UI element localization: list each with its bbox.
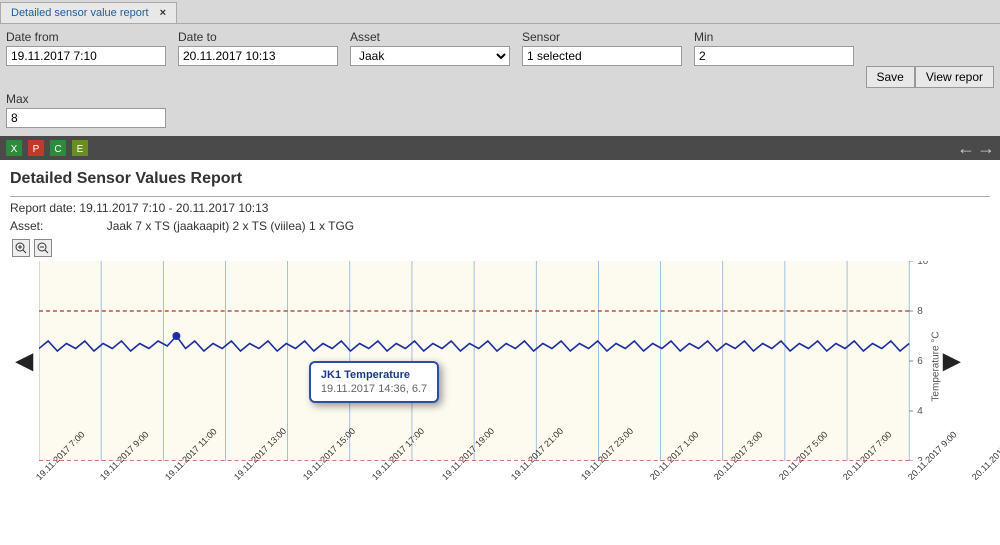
svg-text:10: 10 (917, 261, 929, 267)
chart-wrap: ◀ 246810 Temperature °C JK1 Temperature … (10, 261, 990, 461)
asset-label: Asset (350, 30, 510, 44)
report-date-label: Report date: (10, 201, 76, 215)
export-excel-icon[interactable]: X (6, 140, 22, 156)
zoom-controls (12, 239, 990, 257)
filter-sensor: Sensor (522, 30, 682, 66)
chart-prev-icon[interactable]: ◀ (10, 348, 39, 374)
report-asset-label: Asset: (10, 219, 43, 233)
sensor-input[interactable] (522, 46, 682, 66)
tab-bar: Detailed sensor value report × (0, 0, 1000, 23)
filter-actions: Save View repor (866, 66, 995, 88)
y-axis-label: Temperature °C (931, 331, 942, 401)
max-label: Max (6, 92, 166, 106)
nav-prev-icon[interactable]: ← (958, 140, 974, 156)
view-report-button[interactable]: View repor (915, 66, 994, 88)
report-date-line: Report date: 19.11.2017 7:10 - 20.11.201… (10, 201, 990, 215)
page-title: Detailed Sensor Values Report (10, 170, 990, 188)
zoom-out-button[interactable] (34, 239, 52, 257)
tooltip-title: JK1 Temperature (321, 369, 427, 381)
min-input[interactable] (694, 46, 854, 66)
save-button[interactable]: Save (866, 66, 915, 88)
export-toolbar: X P C E ← → (0, 136, 1000, 160)
tab-report[interactable]: Detailed sensor value report × (0, 2, 177, 23)
filter-min: Min (694, 30, 854, 66)
tab-label: Detailed sensor value report (11, 7, 149, 19)
asset-select[interactable]: Jaak (350, 46, 510, 66)
zoom-in-button[interactable] (12, 239, 30, 257)
sensor-label: Sensor (522, 30, 682, 44)
svg-text:E: E (77, 144, 84, 155)
export-csv-icon[interactable]: C (50, 140, 66, 156)
filter-bar: Date from Date to Asset Jaak Sensor Min … (0, 23, 1000, 136)
svg-text:X: X (11, 144, 18, 155)
filter-asset: Asset Jaak (350, 30, 510, 66)
x-axis: 19.11.2017 7:0019.11.2017 9:0019.11.2017… (28, 465, 944, 475)
export-other-icon[interactable]: E (72, 140, 88, 156)
report-area: Detailed Sensor Values Report Report dat… (0, 160, 1000, 545)
export-pdf-icon[interactable]: P (28, 140, 44, 156)
date-from-input[interactable] (6, 46, 166, 66)
report-asset-value: Jaak 7 x TS (jaakaapit) 2 x TS (viilea) … (107, 219, 354, 233)
close-icon[interactable]: × (160, 7, 166, 19)
report-date-value: 19.11.2017 7:10 - 20.11.2017 10:13 (79, 201, 268, 215)
date-to-input[interactable] (178, 46, 338, 66)
date-from-label: Date from (6, 30, 166, 44)
svg-text:8: 8 (917, 306, 923, 317)
nav-next-icon[interactable]: → (978, 140, 994, 156)
max-input[interactable] (6, 108, 166, 128)
svg-text:4: 4 (917, 406, 923, 417)
min-label: Min (694, 30, 854, 44)
filter-max: Max (6, 92, 166, 128)
chart-tooltip: JK1 Temperature 19.11.2017 14:36, 6.7 (309, 361, 439, 403)
filter-date-to: Date to (178, 30, 338, 66)
svg-text:6: 6 (917, 356, 923, 367)
svg-text:P: P (33, 144, 40, 155)
date-to-label: Date to (178, 30, 338, 44)
filter-date-from: Date from (6, 30, 166, 66)
tooltip-sub: 19.11.2017 14:36, 6.7 (321, 383, 427, 395)
svg-text:C: C (54, 144, 61, 155)
report-asset-line: Asset: Jaak 7 x TS (jaakaapit) 2 x TS (v… (10, 219, 990, 233)
